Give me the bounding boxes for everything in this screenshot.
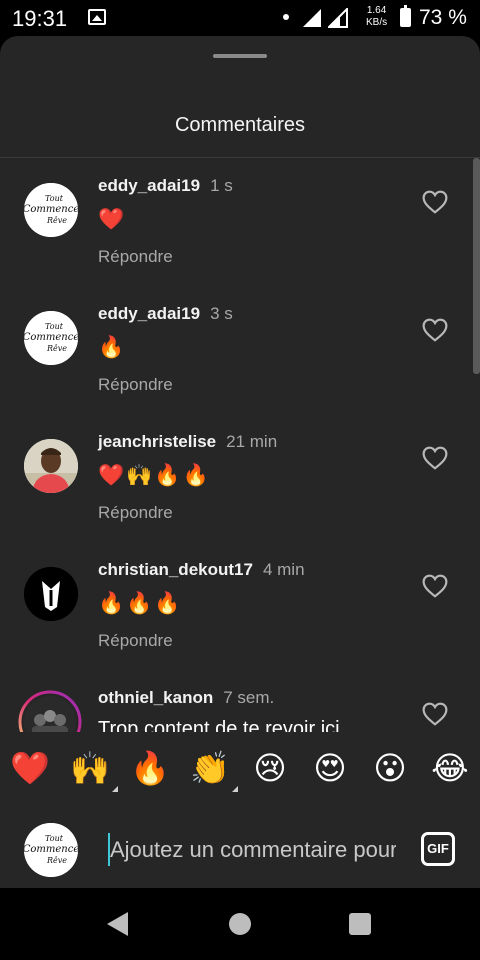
battery-percentage: 73 %	[419, 6, 467, 29]
comment-username[interactable]: christian_dekout17 4 min	[98, 560, 305, 580]
story-ring-photo-icon	[18, 690, 82, 732]
svg-text:Rêve: Rêve	[46, 856, 67, 865]
comments-list[interactable]: Tout Commence Rêve eddy_adai19 1 s ❤️ Rép…	[0, 158, 480, 732]
battery-icon	[400, 5, 411, 27]
skin-tone-indicator-icon	[232, 786, 238, 792]
comment-username[interactable]: eddy_adai19 1 s	[98, 176, 233, 196]
status-bar: 19:31 1.64 KB/s 73 %	[0, 0, 480, 36]
comment-item: othniel_kanon 7 sem. Trop content de te r…	[0, 670, 480, 732]
system-navigation-bar	[0, 888, 480, 960]
comment-item: christian_dekout17 4 min 🔥🔥🔥 Répondre	[0, 542, 480, 670]
heart-icon[interactable]	[422, 446, 448, 470]
recents-icon[interactable]	[349, 913, 371, 935]
reply-button[interactable]: Répondre	[98, 375, 173, 395]
comment-text: ❤️🙌🔥🔥	[98, 464, 211, 487]
avatar[interactable]: Tout Commence Rêve	[24, 183, 78, 237]
svg-text:Rêve: Rêve	[46, 344, 67, 353]
comment-username[interactable]: jeanchristelise 21 min	[98, 432, 277, 452]
heart-icon[interactable]	[422, 318, 448, 342]
comment-item: jeanchristelise 21 min ❤️🙌🔥🔥 Répondre	[0, 414, 480, 542]
tout-commence-reve-logo-icon: Tout Commence Rêve	[24, 823, 78, 877]
network-speed-value: 1.64	[366, 5, 387, 16]
comment-username[interactable]: eddy_adai19 3 s	[98, 304, 233, 324]
comment-item: Tout Commence Rêve eddy_adai19 3 s 🔥 Répo…	[0, 286, 480, 414]
avatar[interactable]: Tout Commence Rêve	[24, 311, 78, 365]
comment-item: Tout Commence Rêve eddy_adai19 1 s ❤️ Rép…	[0, 158, 480, 286]
comment-text: 🔥	[98, 336, 127, 359]
reaction-raised-hands-button[interactable]: 🙌	[68, 746, 118, 792]
tuxedo-logo-icon	[24, 567, 78, 621]
comment-text: ❤️	[98, 208, 127, 231]
comment-composer: Tout Commence Rêve GIF	[0, 808, 480, 888]
sheet-title: Commentaires	[174, 114, 306, 136]
reaction-clap-button[interactable]: 👏	[188, 746, 238, 792]
signal-icon	[328, 8, 348, 28]
heart-icon[interactable]	[422, 190, 448, 214]
reaction-fire-button[interactable]: 🔥	[128, 746, 172, 790]
reaction-heart-eyes-button[interactable]: 😍	[308, 746, 352, 790]
notification-dot-icon	[283, 14, 289, 20]
comment-time: 4 min	[262, 560, 305, 579]
gallery-notification-icon	[88, 9, 106, 25]
comment-input[interactable]	[110, 832, 396, 868]
svg-text:Commence: Commence	[24, 332, 78, 343]
scrollbar-thumb[interactable]	[473, 158, 480, 374]
reply-button[interactable]: Répondre	[98, 503, 173, 523]
tout-commence-reve-logo-icon: Tout Commence Rêve	[24, 183, 78, 237]
sheet-drag-handle[interactable]	[213, 54, 267, 58]
svg-text:Commence: Commence	[24, 204, 78, 215]
svg-text:Commence: Commence	[24, 844, 78, 855]
avatar[interactable]	[24, 439, 78, 493]
svg-text:Tout: Tout	[45, 194, 64, 203]
person-photo-icon	[24, 439, 78, 493]
home-icon[interactable]	[229, 913, 251, 935]
avatar[interactable]	[24, 567, 78, 621]
avatar: Tout Commence Rêve	[24, 823, 78, 877]
reaction-laughing-button[interactable]: 😂	[428, 746, 472, 790]
svg-text:Tout: Tout	[45, 834, 64, 843]
skin-tone-indicator-icon	[112, 786, 118, 792]
network-speed-unit: KB/s	[366, 17, 388, 28]
network-speed: 1.64 KB/s	[366, 5, 387, 29]
tout-commence-reve-logo-icon: Tout Commence Rêve	[24, 311, 78, 365]
avatar[interactable]	[18, 690, 82, 732]
svg-text:Tout: Tout	[45, 322, 64, 331]
reply-button[interactable]: Répondre	[98, 631, 173, 651]
reaction-heart-button[interactable]: ❤️	[8, 746, 52, 790]
heart-icon[interactable]	[422, 574, 448, 598]
svg-text:Rêve: Rêve	[46, 216, 67, 225]
comment-time: 3 s	[210, 304, 233, 323]
comment-time: 7 sem.	[223, 688, 275, 707]
reaction-crying-button[interactable]: 😢	[248, 746, 292, 790]
comment-username[interactable]: othniel_kanon 7 sem.	[98, 688, 274, 708]
quick-reactions-bar: ❤️ 🙌 🔥 👏 😢 😍 😮 😂	[0, 732, 480, 808]
reaction-surprised-button[interactable]: 😮	[368, 746, 412, 790]
heart-icon[interactable]	[422, 702, 448, 726]
gif-button[interactable]: GIF	[421, 832, 455, 866]
comments-sheet: Commentaires Tout Commence Rêve eddy_ada…	[0, 36, 480, 888]
comment-time: 1 s	[210, 176, 233, 195]
comment-text: Trop content de te revoir ici	[98, 718, 340, 732]
comment-time: 21 min	[226, 432, 278, 451]
reply-button[interactable]: Répondre	[98, 247, 173, 267]
status-time: 19:31	[12, 6, 68, 31]
back-icon[interactable]	[107, 912, 128, 936]
signal-icon	[303, 9, 321, 27]
comment-text: 🔥🔥🔥	[98, 592, 183, 615]
